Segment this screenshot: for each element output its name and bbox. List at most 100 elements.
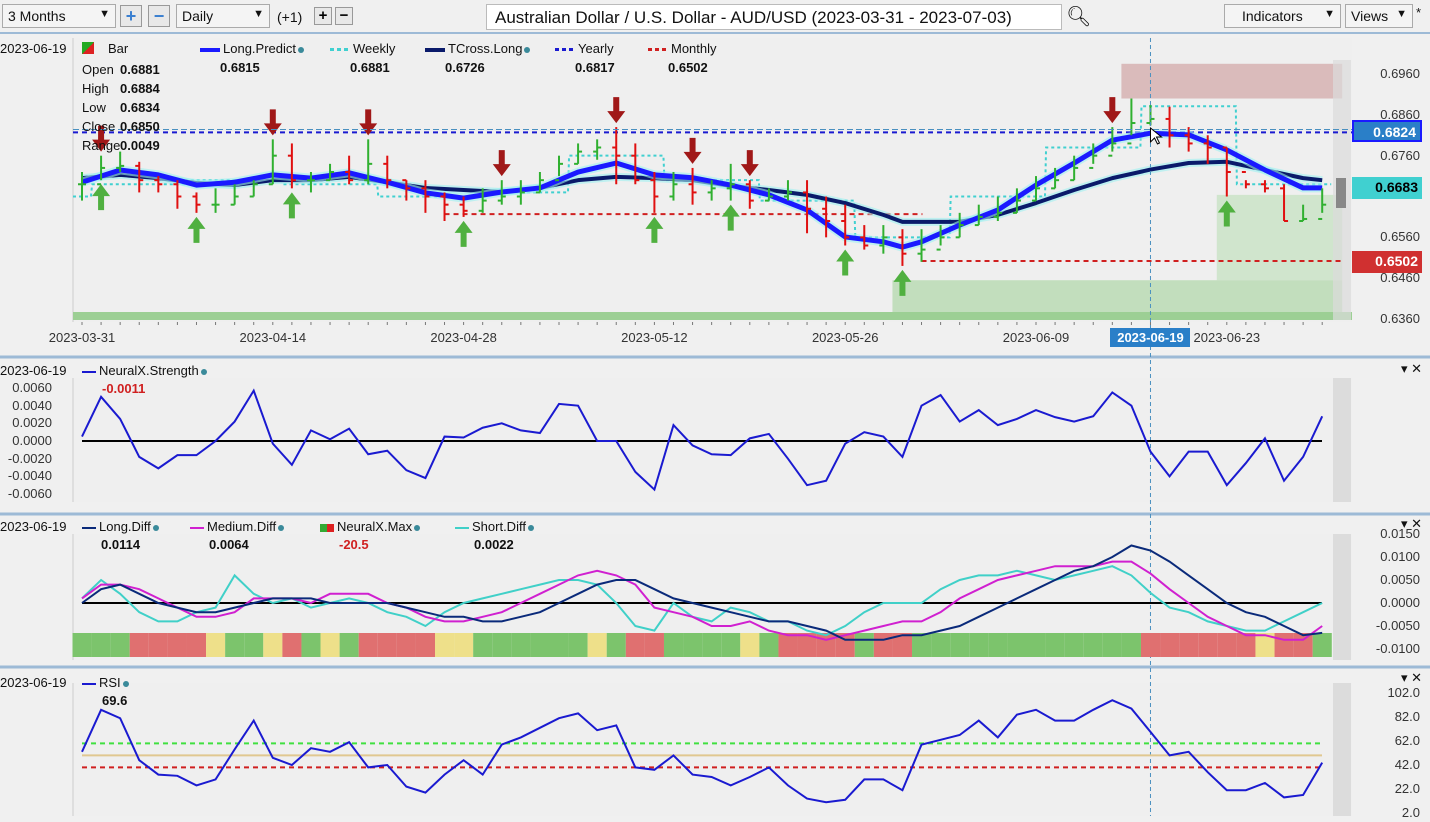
line-swatch-icon bbox=[455, 526, 469, 529]
range-value: 0.0049 bbox=[120, 138, 160, 153]
strength-axis-label: 0.0040 bbox=[12, 397, 52, 413]
neuralx-max-cell bbox=[129, 633, 149, 657]
neuralx-max-cell bbox=[873, 633, 893, 657]
strength-value: -0.0011 bbox=[102, 381, 146, 396]
date-axis-label: 2023-06-09 bbox=[1002, 330, 1070, 345]
monthly-price-badge: 0.6502 bbox=[1352, 251, 1422, 274]
neuralx-max-cell bbox=[1064, 633, 1084, 657]
neuralx-max-cell bbox=[396, 633, 416, 657]
neuralx-max-cell bbox=[1160, 633, 1180, 657]
rsi-axis-label: 2.0 bbox=[1401, 805, 1420, 820]
neuralx-max-cell bbox=[1083, 633, 1103, 657]
panel-close-icon[interactable]: ✕ bbox=[1411, 670, 1422, 685]
neuralx-max-cell bbox=[702, 633, 722, 657]
neuralx-max-cell bbox=[683, 633, 703, 657]
settings-dot-icon[interactable] bbox=[414, 525, 421, 531]
date-axis-label: 2023-06-23 bbox=[1193, 330, 1261, 345]
neuralx-max-cell bbox=[492, 633, 512, 657]
legend-name: NeuralX.Max bbox=[337, 519, 413, 534]
main-date: 2023-06-19 bbox=[0, 41, 67, 56]
scroll-thumb[interactable] bbox=[1336, 178, 1346, 208]
close-value: 0.6850 bbox=[120, 119, 160, 134]
legend-name: Long.Diff bbox=[99, 519, 151, 534]
neuralx-max-cell bbox=[1274, 633, 1294, 657]
legend-medium-diff: Medium.Diff bbox=[190, 519, 285, 534]
neuralx-max-cell bbox=[186, 633, 207, 657]
price-axis-label: 0.6760 bbox=[1380, 147, 1420, 163]
strength-axis-label: 0.0060 bbox=[12, 380, 52, 395]
neuralx-max-cell bbox=[1121, 633, 1141, 657]
neuralx-max-cell bbox=[167, 633, 187, 657]
settings-dot-icon[interactable] bbox=[298, 47, 304, 53]
neuralx-max-cell bbox=[301, 633, 321, 657]
neuralx-max-cell bbox=[950, 633, 970, 657]
neuralx-max-cell bbox=[530, 633, 550, 657]
chart-canvas[interactable] bbox=[0, 0, 1430, 822]
panel-menu-icon[interactable]: ▾ bbox=[1401, 670, 1408, 685]
neuralx-max-cell bbox=[854, 633, 874, 657]
neuralx-max-cell bbox=[1045, 633, 1065, 657]
line-swatch-icon bbox=[330, 48, 350, 52]
legend-value: 0.6881 bbox=[350, 60, 390, 75]
rsi-axis-label: 62.0 bbox=[1394, 733, 1420, 748]
settings-dot-icon[interactable] bbox=[152, 525, 159, 531]
high-label: High bbox=[82, 81, 109, 96]
date-axis-label: 2023-04-28 bbox=[430, 330, 497, 345]
high-value: 0.6884 bbox=[120, 81, 160, 96]
line-swatch-icon bbox=[555, 48, 575, 52]
line-swatch-icon bbox=[320, 523, 334, 532]
legend-name: Medium.Diff bbox=[207, 519, 277, 534]
neuralx-max-cell bbox=[358, 633, 378, 657]
date-axis-label: 2023-05-12 bbox=[621, 330, 688, 345]
open-value: 0.6881 bbox=[120, 62, 160, 77]
settings-dot-icon[interactable] bbox=[524, 47, 531, 53]
strength-legend: NeuralX.Strength bbox=[82, 363, 207, 378]
legend-monthly: Monthly bbox=[648, 41, 717, 56]
range-label: Range bbox=[82, 138, 121, 153]
neuralx-max-cell bbox=[91, 633, 111, 657]
neuralx-max-cell bbox=[1007, 633, 1027, 657]
legend-short-diff: Short.Diff bbox=[455, 519, 534, 534]
legend-value: 0.0022 bbox=[474, 537, 514, 552]
settings-dot-icon[interactable] bbox=[122, 681, 129, 687]
line-swatch-icon bbox=[82, 526, 96, 529]
legend-weekly: Weekly bbox=[330, 41, 395, 56]
low-value: 0.6834 bbox=[120, 100, 160, 115]
neuralx-max-cell bbox=[1293, 633, 1313, 657]
line-swatch-icon bbox=[648, 48, 668, 52]
neuralx-max-cell bbox=[931, 633, 951, 657]
settings-dot-icon[interactable] bbox=[200, 369, 207, 375]
zone-box bbox=[1216, 194, 1343, 281]
strength-date: 2023-06-19 bbox=[0, 363, 67, 378]
panel-menu-icon[interactable]: ▾ bbox=[1401, 361, 1408, 376]
strength-axis-label: -0.0040 bbox=[7, 468, 52, 484]
panel-close-icon[interactable]: ✕ bbox=[1411, 361, 1422, 376]
open-label: Open bbox=[82, 62, 114, 77]
neuralx-max-cell bbox=[244, 633, 264, 657]
legend-value: -20.5 bbox=[339, 537, 369, 552]
neuralx-max-cell bbox=[912, 633, 932, 657]
zone-box bbox=[892, 280, 1343, 319]
crosshair-date-badge: 2023-06-19 bbox=[1110, 328, 1191, 347]
settings-dot-icon[interactable] bbox=[278, 525, 285, 531]
neuralx-max-cell bbox=[1102, 633, 1122, 657]
neuralx-max-cell bbox=[1312, 633, 1332, 657]
price-axis-label: 0.6360 bbox=[1380, 311, 1420, 326]
legend-long-predict: Long.Predict bbox=[200, 41, 304, 56]
rsi-legend: RSI bbox=[82, 675, 129, 690]
neuralx-max-cell bbox=[1026, 633, 1046, 657]
neuralx-max-cell bbox=[549, 633, 569, 657]
date-axis-label: 2023-03-31 bbox=[48, 330, 116, 345]
line-swatch-icon bbox=[425, 47, 445, 52]
legend-value: 0.0114 bbox=[101, 537, 141, 552]
settings-dot-icon[interactable] bbox=[527, 525, 534, 531]
bar-label: Bar bbox=[108, 41, 129, 56]
line-swatch-icon bbox=[82, 682, 96, 685]
bar-legend: Bar bbox=[82, 41, 128, 56]
neuralx-max-cell bbox=[435, 633, 455, 657]
neuralx-max-cell bbox=[778, 633, 798, 657]
diff-date: 2023-06-19 bbox=[0, 519, 67, 534]
strength-axis-label: -0.0060 bbox=[7, 485, 52, 501]
legend-value: 0.6502 bbox=[668, 60, 708, 75]
neuralx-max-cell bbox=[587, 633, 607, 657]
